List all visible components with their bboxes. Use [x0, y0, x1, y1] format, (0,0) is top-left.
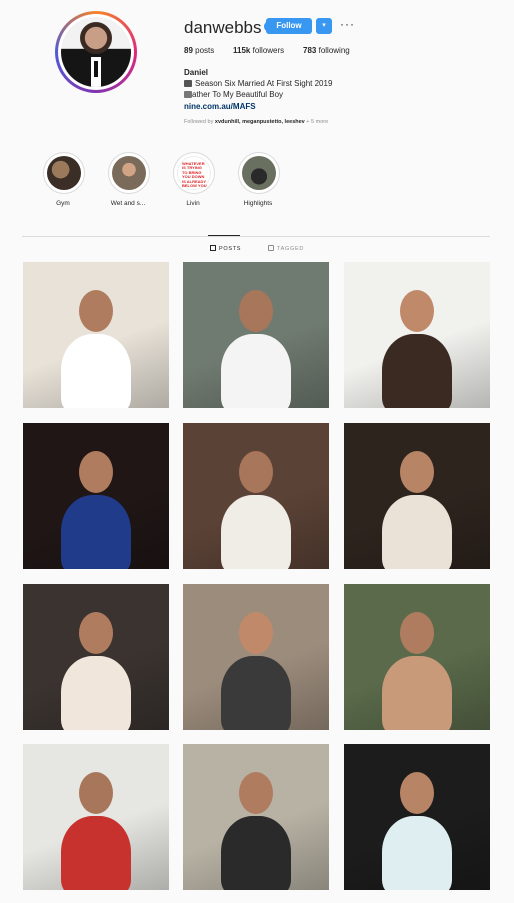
person-head — [239, 290, 273, 332]
active-tab-indicator — [208, 235, 240, 236]
person-figure — [221, 495, 291, 569]
followers-stat[interactable]: 115k followers — [233, 46, 284, 55]
post-thumbnail[interactable] — [23, 423, 169, 569]
person-figure — [382, 656, 452, 730]
highlight-cover — [242, 156, 276, 190]
post-thumbnail[interactable] — [183, 744, 329, 890]
person-head — [239, 451, 273, 493]
family-emoji-icon — [184, 91, 192, 98]
highlight-label: Highlights — [243, 200, 273, 207]
bio-name: Daniel — [184, 68, 209, 77]
person-figure — [221, 334, 291, 408]
person-figure — [382, 334, 452, 408]
person-head — [239, 772, 273, 814]
person-head — [400, 772, 434, 814]
person-figure — [61, 656, 131, 730]
post-thumbnail[interactable] — [183, 262, 329, 408]
tabs-divider — [22, 236, 490, 237]
bio-line-2: ather To My Beautiful Boy — [184, 90, 283, 99]
post-thumbnail[interactable] — [183, 423, 329, 569]
person-head — [79, 612, 113, 654]
person-figure — [221, 656, 291, 730]
person-figure — [382, 816, 452, 890]
tab-tagged[interactable]: TAGGED — [268, 245, 304, 252]
highlight-label: Livin — [186, 200, 200, 207]
post-thumbnail[interactable] — [344, 584, 490, 730]
highlight-cover — [112, 156, 146, 190]
suggested-accounts-dropdown-button[interactable]: ▾ — [316, 18, 332, 34]
person-figure — [61, 816, 131, 890]
highlight-label: Wet and s... — [110, 200, 146, 207]
person-head — [79, 290, 113, 332]
more-options-icon[interactable]: ··· — [340, 17, 355, 31]
person-figure — [382, 495, 452, 569]
highlight-label: Gym — [56, 200, 70, 207]
tag-icon — [268, 245, 274, 251]
bio-website-link[interactable]: nine.com.au/MAFS — [184, 102, 256, 111]
post-thumbnail[interactable] — [23, 744, 169, 890]
followed-by-text[interactable]: Followed by xvdunhill, meganpustetto, le… — [184, 119, 328, 125]
post-thumbnail[interactable] — [23, 584, 169, 730]
profile-header: danwebbs ✓ Follow ▾ ··· 89 posts 115k fo… — [0, 0, 514, 140]
person-head — [239, 612, 273, 654]
highlight-cover — [47, 156, 81, 190]
profile-avatar[interactable] — [55, 11, 137, 93]
avatar-photo — [61, 17, 131, 87]
post-thumbnail[interactable] — [183, 584, 329, 730]
highlight-cover: WHATEVER IS TRYING TO BRING YOU DOWN IS … — [177, 156, 211, 190]
person-figure — [221, 816, 291, 890]
person-head — [400, 612, 434, 654]
grid-icon — [210, 245, 216, 251]
tv-emoji-icon — [184, 80, 192, 87]
person-head — [79, 772, 113, 814]
person-head — [400, 290, 434, 332]
tab-posts[interactable]: POSTS — [210, 245, 241, 252]
person-head — [79, 451, 113, 493]
profile-username: danwebbs — [184, 18, 262, 37]
post-thumbnail[interactable] — [344, 744, 490, 890]
post-thumbnail[interactable] — [23, 262, 169, 408]
post-thumbnail[interactable] — [344, 423, 490, 569]
bio-line-1: Season Six Married At First Sight 2019 — [184, 79, 332, 88]
person-figure — [61, 334, 131, 408]
person-figure — [61, 495, 131, 569]
posts-stat: 89 posts — [184, 46, 215, 55]
following-stat[interactable]: 783 following — [303, 46, 350, 55]
person-head — [400, 451, 434, 493]
follow-button[interactable]: Follow — [266, 18, 312, 34]
post-thumbnail[interactable] — [344, 262, 490, 408]
